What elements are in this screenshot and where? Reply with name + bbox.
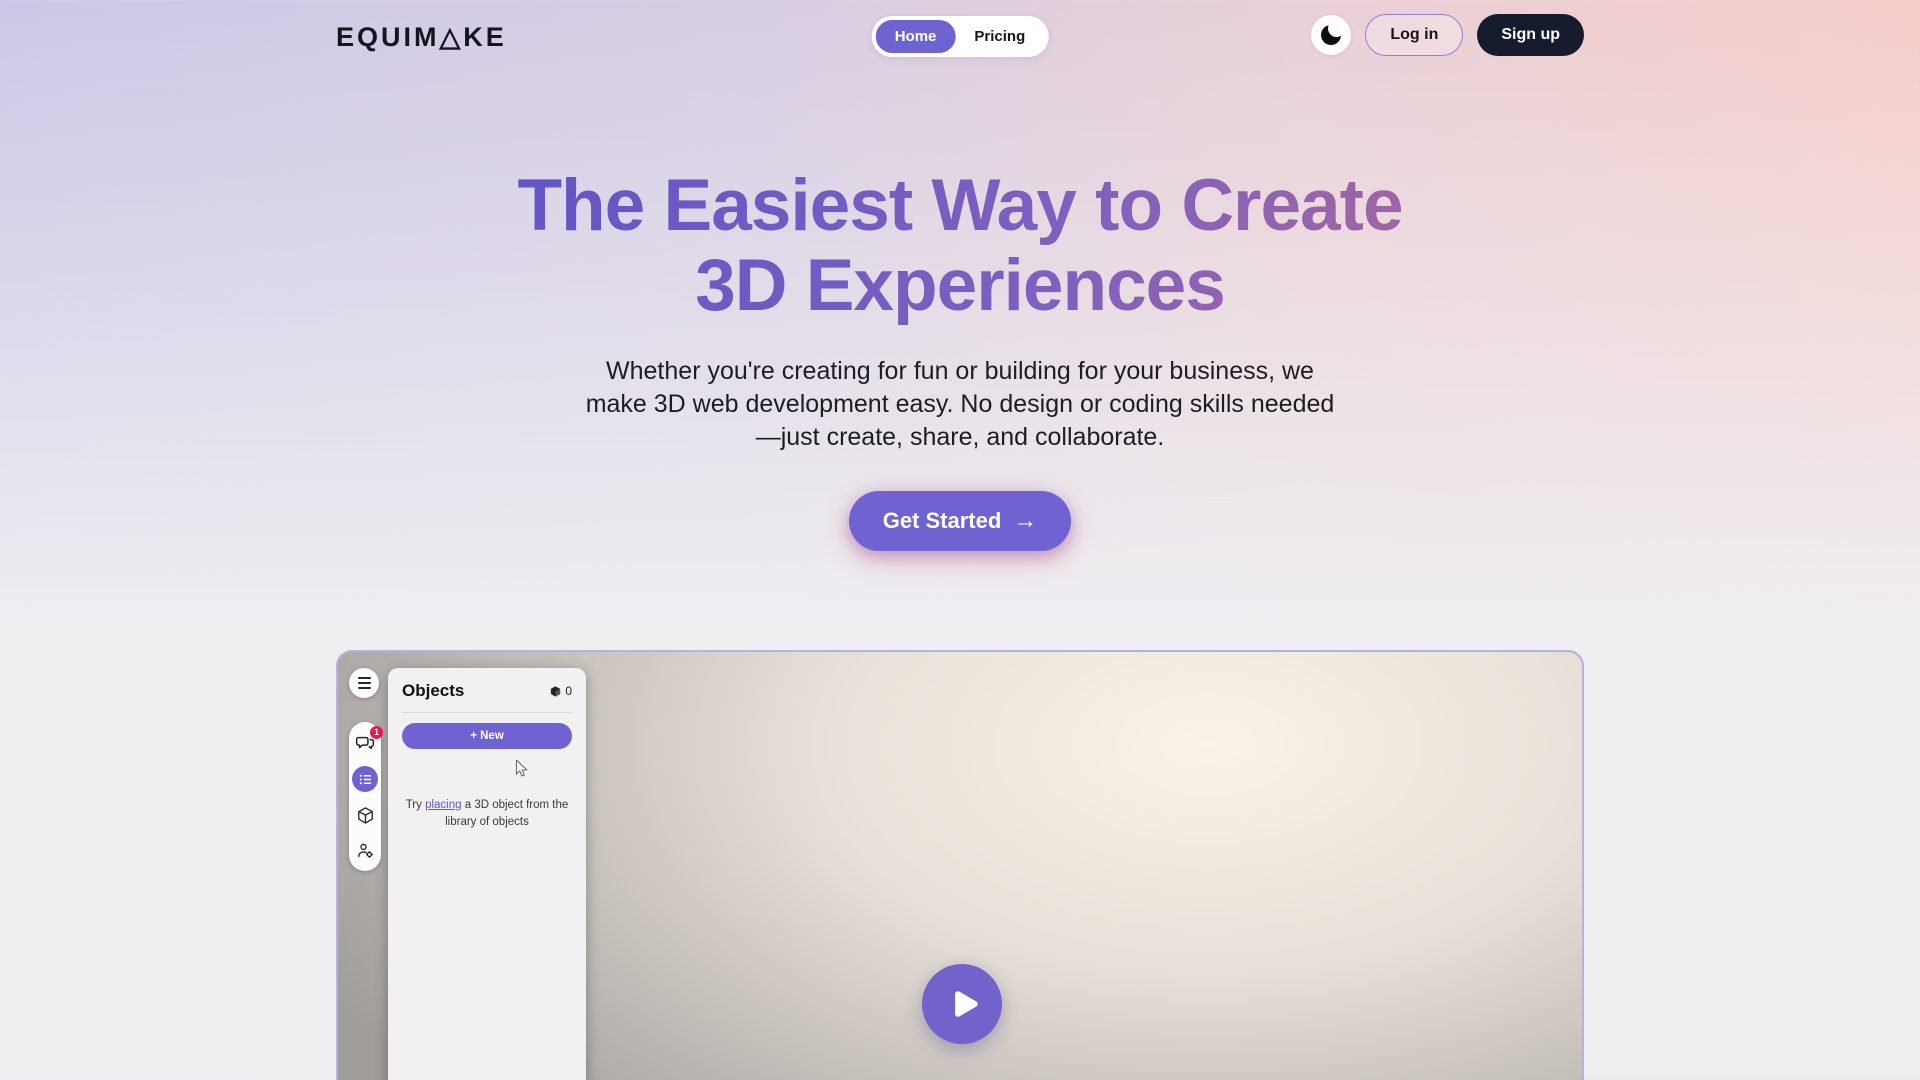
chat-button[interactable]: 1 (353, 731, 377, 755)
get-started-label: Get Started (883, 508, 1002, 534)
menu-button[interactable] (349, 668, 379, 698)
top-navigation-bar: EQUIM△KE Home Pricing Log in Sign up (0, 0, 1920, 66)
hamburger-icon (358, 677, 371, 679)
hero-section: The Easiest Way to Create 3D Experiences… (0, 0, 1920, 551)
library-button[interactable] (353, 803, 377, 827)
get-started-button[interactable]: Get Started → (849, 491, 1072, 551)
toolbar-pill: 1 (349, 722, 381, 871)
header-actions: Log in Sign up (1311, 14, 1584, 56)
objects-count: 0 (549, 684, 572, 698)
signup-button[interactable]: Sign up (1477, 14, 1584, 56)
new-object-button[interactable]: + New (402, 723, 572, 749)
nav-item-pricing[interactable]: Pricing (955, 20, 1044, 53)
placing-link[interactable]: placing (425, 799, 461, 811)
moon-icon (1321, 25, 1341, 45)
page-title-line1: The Easiest Way to Create (0, 166, 1920, 246)
app-preview: 1 (336, 650, 1584, 1080)
page-title-line2: 3D Experiences (0, 246, 1920, 326)
notification-badge: 1 (370, 726, 383, 739)
list-icon (358, 772, 373, 787)
nav-item-home[interactable]: Home (876, 20, 956, 53)
user-gear-icon (356, 841, 375, 860)
cube-icon (356, 806, 375, 825)
theme-toggle-button[interactable] (1311, 15, 1351, 55)
objects-count-value: 0 (565, 684, 572, 698)
objects-count-cube-icon (549, 685, 562, 698)
collaborators-button[interactable] (353, 838, 377, 862)
arrow-right-icon: → (1013, 507, 1037, 535)
page-title: The Easiest Way to Create 3D Experiences (0, 166, 1920, 327)
divider (402, 712, 572, 713)
objects-panel-header: Objects 0 (402, 681, 572, 701)
play-icon (948, 987, 982, 1021)
login-button[interactable]: Log in (1365, 14, 1463, 56)
play-button[interactable] (922, 964, 1002, 1044)
nav-pill: Home Pricing (872, 16, 1049, 57)
hero-subtitle: Whether you're creating for fun or build… (575, 355, 1345, 454)
placement-hint: Try placing a 3D object from the library… (402, 797, 572, 832)
left-toolbar: 1 (349, 668, 381, 871)
objects-panel-title: Objects (402, 681, 464, 701)
objects-list-button[interactable] (352, 766, 378, 792)
logo[interactable]: EQUIM△KE (336, 22, 507, 53)
objects-panel: Objects 0 + New Try placing a 3D object … (388, 668, 586, 1080)
